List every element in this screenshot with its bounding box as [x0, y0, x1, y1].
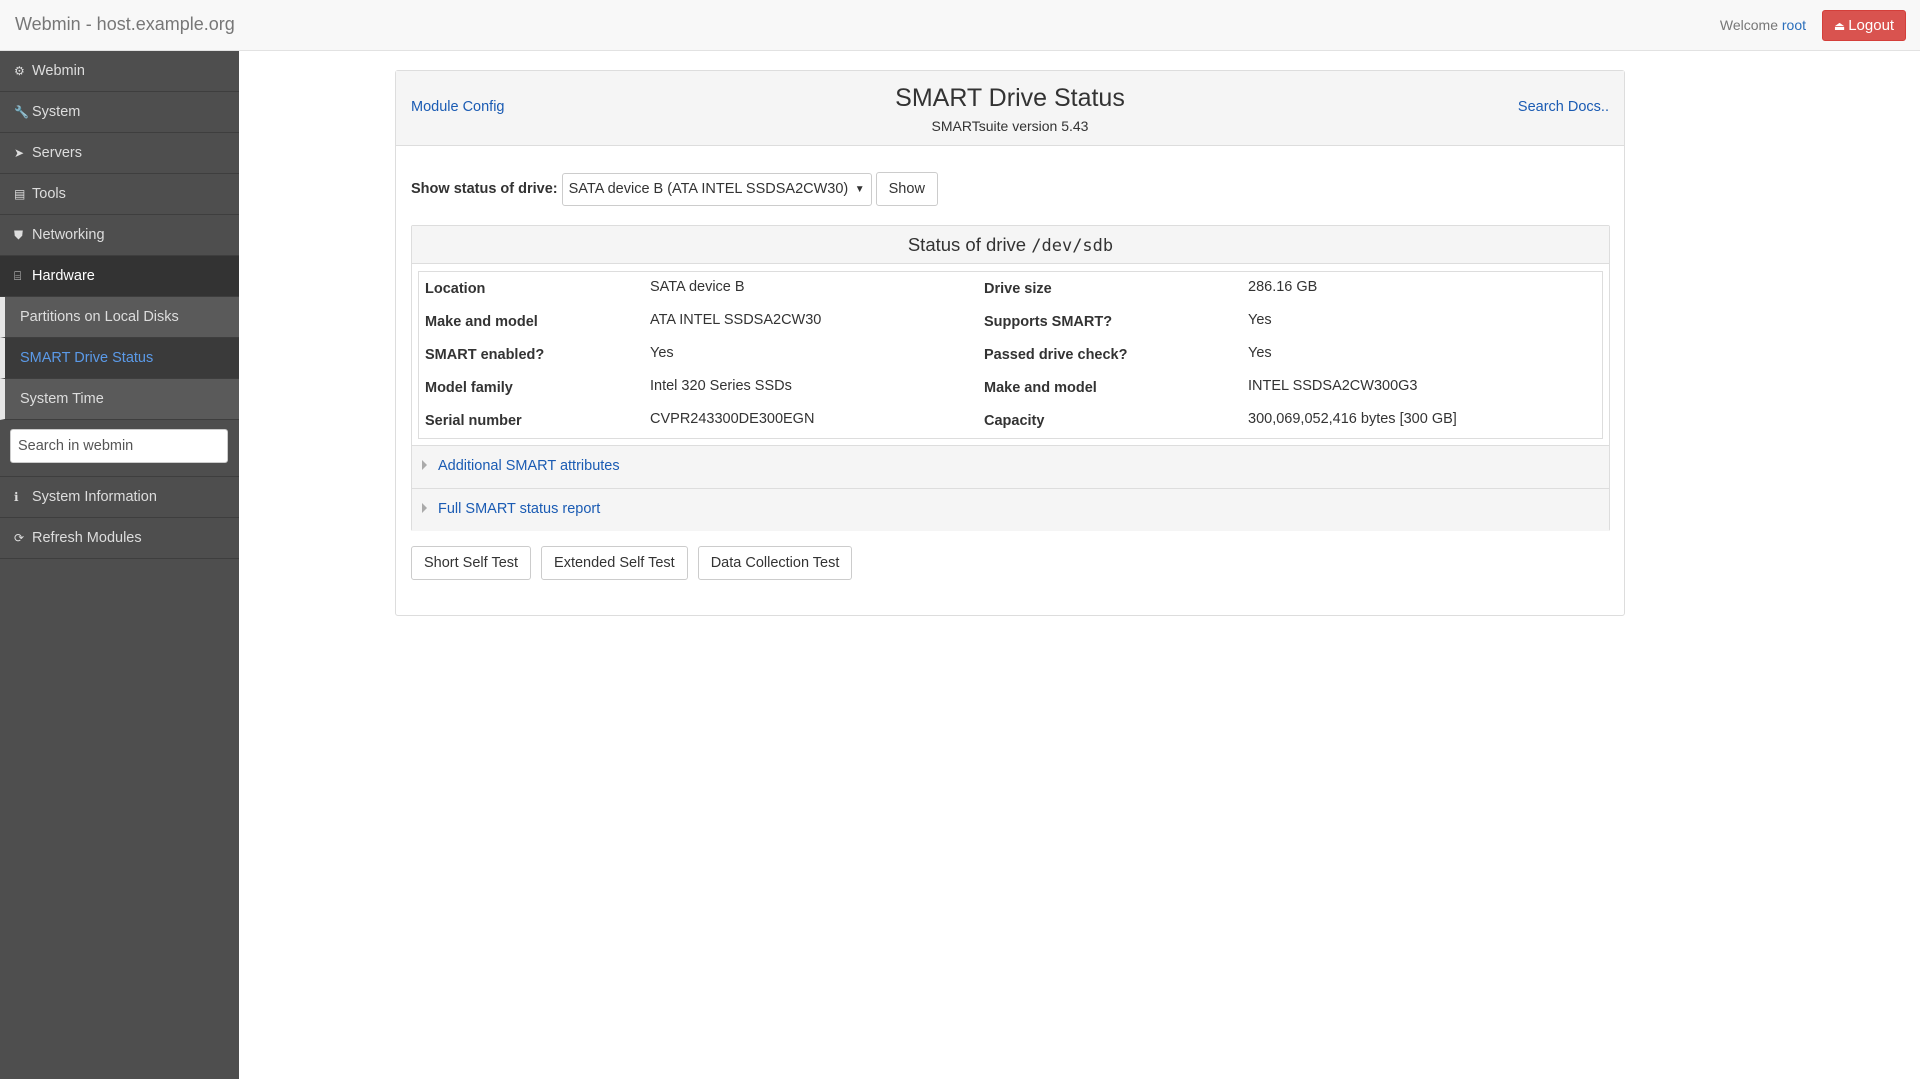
info-value: Yes [1248, 312, 1272, 328]
show-button[interactable]: Show [875, 172, 938, 206]
info-key: Supports SMART? [984, 314, 1113, 330]
info-value: INTEL SSDSA2CW300G3 [1248, 378, 1418, 394]
drive-status-box: Status of drive /dev/sdb Location SATA d… [411, 225, 1610, 531]
sidebar-item-label: Tools [32, 186, 66, 202]
welcome-label: Welcome [1719, 17, 1778, 33]
sidebar-item-networking[interactable]: ⛊ Networking [0, 215, 239, 256]
full-report-toggle[interactable]: Full SMART status report [412, 488, 1609, 531]
sidebar: ⚙ Webmin 🔧 System ➤ Servers ▤ Tools ⛊ Ne… [0, 51, 239, 1079]
sidebar-item-label: System Information [32, 489, 157, 505]
sidebar-item-label: Webmin [32, 63, 85, 79]
extended-self-test-button[interactable]: Extended Self Test [541, 546, 688, 580]
sidebar-subitem-system-time[interactable]: System Time [0, 379, 239, 420]
status-device: /dev/sdb [1031, 236, 1114, 256]
info-icon: ℹ [14, 490, 19, 504]
drive-select[interactable]: SATA device B (ATA INTEL SSDSA2CW30) ▼ [561, 172, 872, 206]
wrench-icon: 🔧 [14, 105, 29, 119]
table-row: SMART enabled? Yes Passed drive check? Y… [419, 338, 1602, 371]
main-panel: Module Config SMART Drive Status SMARTsu… [395, 70, 1625, 616]
table-row: Make and model ATA INTEL SSDSA2CW30 Supp… [419, 305, 1602, 338]
sidebar-item-servers[interactable]: ➤ Servers [0, 133, 239, 174]
info-key: Make and model [984, 380, 1097, 396]
welcome-text: Welcome root [1720, 17, 1806, 33]
drive-select-value: SATA device B (ATA INTEL SSDSA2CW30) [568, 180, 849, 197]
logout-button[interactable]: ⏏ Logout [1822, 10, 1906, 41]
info-key: Drive size [984, 281, 1052, 297]
drive-label: Show status of drive: [411, 181, 558, 197]
gear-icon: ⚙ [14, 64, 25, 78]
sidebar-item-label: Refresh Modules [32, 530, 142, 546]
sidebar-subitem-smart-drive-status[interactable]: SMART Drive Status [0, 338, 239, 379]
info-value: CVPR243300DE300EGN [650, 411, 815, 427]
sidebar-item-label: Servers [32, 145, 82, 161]
data-collection-test-button[interactable]: Data Collection Test [697, 546, 853, 580]
table-row: Model family Intel 320 Series SSDs Make … [419, 371, 1602, 404]
search-input[interactable] [10, 429, 228, 463]
logout-icon: ⏏ [1833, 19, 1846, 33]
sidebar-item-system[interactable]: 🔧 System [0, 92, 239, 133]
short-self-test-button[interactable]: Short Self Test [411, 546, 532, 580]
info-value: 300,069,052,416 bytes [300 GB] [1248, 411, 1457, 427]
info-key: Serial number [425, 413, 522, 429]
drive-status-heading: Status of drive /dev/sdb [412, 226, 1609, 264]
sidebar-item-hardware[interactable]: ⌸ Hardware [0, 256, 239, 297]
additional-attributes-toggle[interactable]: Additional SMART attributes [412, 445, 1609, 488]
sidebar-item-label: System [32, 104, 81, 120]
top-navbar: Webmin - host.example.org Welcome root ⏏… [0, 0, 1920, 51]
info-key: Passed drive check? [984, 347, 1128, 363]
info-key: Location [425, 281, 486, 297]
full-report-link[interactable]: Full SMART status report [438, 501, 600, 517]
status-title: Status of drive [907, 234, 1027, 255]
logout-label: Logout [1848, 17, 1895, 34]
sidebar-item-label: Networking [32, 227, 105, 243]
caret-right-icon [422, 503, 427, 513]
additional-attributes-link[interactable]: Additional SMART attributes [438, 458, 620, 474]
shield-icon: ⛊ [14, 228, 24, 242]
drive-selector-row: Show status of drive: SATA device B (ATA… [411, 172, 938, 206]
info-key: Make and model [425, 314, 538, 330]
hdd-icon: ⌸ [14, 269, 22, 283]
app-title[interactable]: Webmin - host.example.org [15, 14, 235, 35]
sidebar-item-system-information[interactable]: ℹ System Information [0, 477, 239, 518]
sidebar-item-webmin[interactable]: ⚙ Webmin [0, 51, 239, 92]
info-key: SMART enabled? [425, 347, 545, 363]
info-value: SATA device B [650, 279, 745, 295]
info-value: ATA INTEL SSDSA2CW30 [650, 312, 822, 328]
caret-right-icon [422, 460, 427, 470]
drive-info-table: Location SATA device B Drive size 286.16… [418, 271, 1603, 439]
refresh-icon: ⟳ [14, 531, 25, 545]
info-value: 286.16 GB [1248, 279, 1318, 295]
sidebar-item-label: Hardware [32, 268, 95, 284]
sidebar-subitem-partitions[interactable]: Partitions on Local Disks [0, 297, 239, 338]
page-subtitle: SMARTsuite version 5.43 [931, 118, 1089, 134]
self-test-buttons: Short Self Test Extended Self Test Data … [411, 546, 862, 580]
info-value: Yes [650, 345, 674, 361]
table-row: Serial number CVPR243300DE300EGN Capacit… [419, 404, 1602, 437]
panel-header: Module Config SMART Drive Status SMARTsu… [396, 71, 1624, 146]
sidebar-item-refresh-modules[interactable]: ⟳ Refresh Modules [0, 518, 239, 559]
file-icon: ▤ [14, 187, 26, 201]
sidebar-item-tools[interactable]: ▤ Tools [0, 174, 239, 215]
search-docs-link[interactable]: Search Docs.. [1518, 99, 1609, 115]
page-title: SMART Drive Status [895, 84, 1125, 112]
info-key: Capacity [984, 413, 1045, 429]
user-link[interactable]: root [1782, 17, 1806, 33]
table-row: Location SATA device B Drive size 286.16… [419, 272, 1602, 305]
rocket-icon: ➤ [14, 146, 25, 160]
info-key: Model family [425, 380, 513, 396]
caret-down-icon: ▼ [854, 183, 865, 195]
sidebar-search [0, 420, 239, 477]
info-value: Yes [1248, 345, 1272, 361]
info-value: Intel 320 Series SSDs [650, 378, 792, 394]
